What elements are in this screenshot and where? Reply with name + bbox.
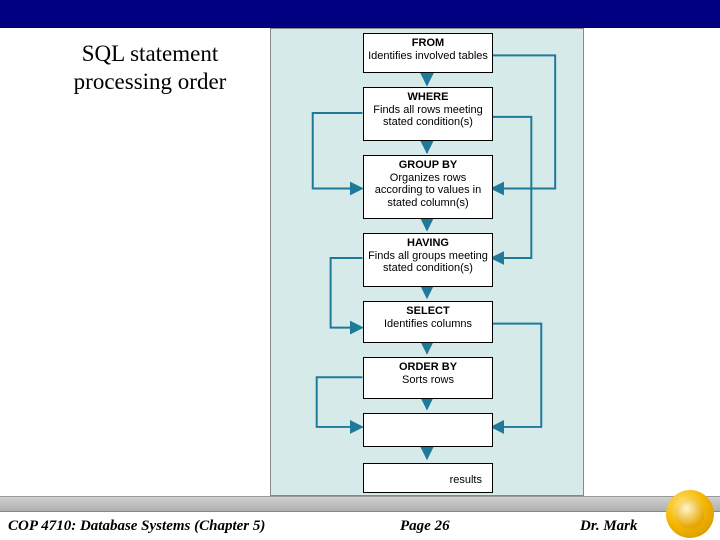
flow-desc: Sorts rows [368, 374, 488, 387]
flow-desc: Identifies involved tables [368, 50, 488, 63]
separator-band [0, 496, 720, 512]
flow-desc: Finds all groups meeting stated conditio… [368, 250, 488, 275]
footer-course: COP 4710: Database Systems (Chapter 5) [8, 518, 265, 535]
flow-keyword: SELECT [368, 305, 488, 318]
flow-desc: Finds all rows meeting stated condition(… [368, 104, 488, 129]
flow-keyword: ORDER BY [368, 361, 488, 374]
flow-box-where: WHERE Finds all rows meeting stated cond… [363, 87, 493, 141]
flow-box-intermediate [363, 413, 493, 447]
university-logo [666, 490, 714, 538]
flow-box-results: results [363, 463, 493, 493]
slide-title: SQL statement processing order [40, 40, 260, 95]
header-band [0, 0, 720, 28]
flow-desc: Identifies columns [368, 318, 488, 331]
flow-box-from: FROM Identifies involved tables [363, 33, 493, 73]
flow-keyword: WHERE [368, 91, 488, 104]
flow-box-groupby: GROUP BY Organizes rows according to val… [363, 155, 493, 219]
footer-page: Page 26 [400, 518, 450, 535]
flowchart: FROM Identifies involved tables WHERE Fi… [270, 28, 584, 496]
footer-author: Dr. Mark [580, 518, 638, 535]
footer: COP 4710: Database Systems (Chapter 5) P… [0, 512, 720, 540]
flow-keyword: GROUP BY [368, 159, 488, 172]
flow-keyword: FROM [368, 37, 488, 50]
flow-box-orderby: ORDER BY Sorts rows [363, 357, 493, 399]
flow-keyword: HAVING [368, 237, 488, 250]
results-label: results [450, 474, 482, 486]
flow-box-select: SELECT Identifies columns [363, 301, 493, 343]
flow-desc: Organizes rows according to values in st… [368, 172, 488, 210]
pegasus-icon [674, 497, 706, 531]
flow-box-having: HAVING Finds all groups meeting stated c… [363, 233, 493, 287]
